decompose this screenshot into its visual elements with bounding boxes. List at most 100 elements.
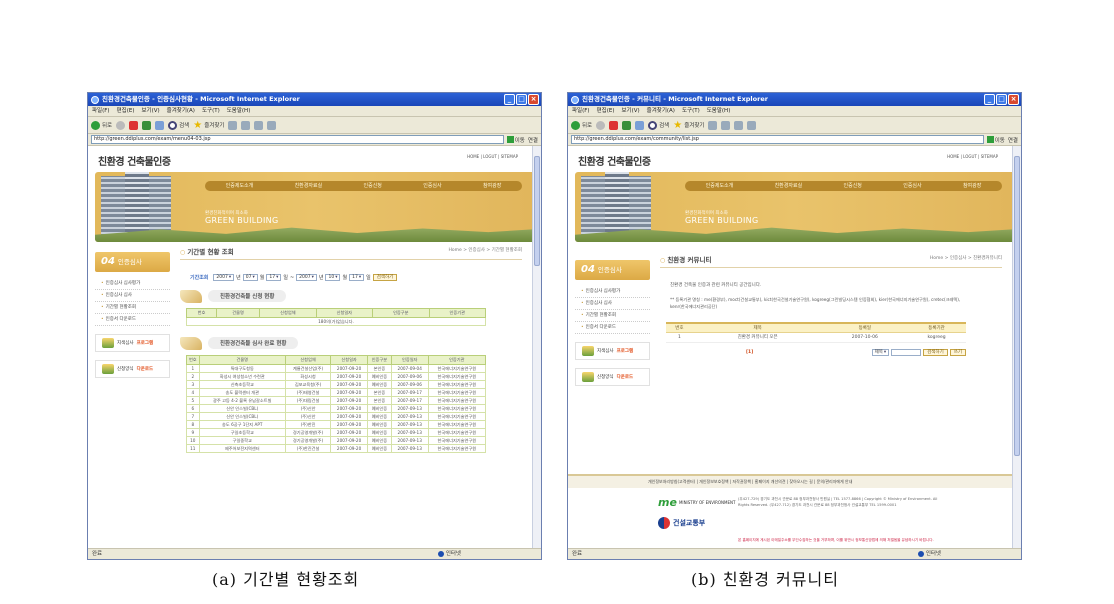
links-label[interactable]: 연결 <box>1008 136 1018 144</box>
mail-icon[interactable] <box>721 120 731 130</box>
back-button[interactable]: 뒤로 <box>91 120 112 130</box>
nav-item[interactable]: 인증심사 <box>423 181 441 191</box>
nav-item[interactable]: 인증심사 <box>903 181 921 191</box>
nav-item[interactable]: 인증제도소개 <box>226 181 254 191</box>
nav-item[interactable]: 인증신청 <box>364 181 382 191</box>
menu-edit[interactable]: 편집(E) <box>597 106 615 116</box>
back-button[interactable]: 뒤로 <box>571 120 592 130</box>
nav-item[interactable]: 친환경자료실 <box>775 181 803 191</box>
address-input[interactable]: http://green.ddiplus.com/exam/community/… <box>571 135 984 144</box>
start-day-select[interactable]: 17 <box>266 274 282 281</box>
menu-favorites[interactable]: 즐겨찾기(A) <box>167 106 195 116</box>
menu-tools[interactable]: 도구(T) <box>202 106 220 116</box>
ministry-environment-logo[interactable]: me MINISTRY OF ENVIRONMENT <box>658 496 735 509</box>
program-banner[interactable]: 지색심사 프로그램 <box>95 334 170 352</box>
sidebar-item[interactable]: 인증심사 심사평가 <box>575 286 650 298</box>
download-banner[interactable]: 신청양식 다운로드 <box>575 368 650 386</box>
top-utility-nav[interactable]: HOME | LOGUT | SITEMAP <box>947 154 998 159</box>
history-icon[interactable] <box>708 120 718 130</box>
history-icon[interactable] <box>228 120 238 130</box>
menu-favorites[interactable]: 즐겨찾기(A) <box>647 106 675 116</box>
sidebar-item[interactable]: 인증서 다운로드 <box>95 314 170 326</box>
nav-item[interactable]: 인증제도소개 <box>706 181 734 191</box>
mail-icon[interactable] <box>241 120 251 130</box>
table-row[interactable]: 1 친환경 커뮤니티 오픈 2007-10-06 kogreeg <box>666 332 966 343</box>
program-banner[interactable]: 지색심사 프로그램 <box>575 342 650 360</box>
forward-button[interactable] <box>596 120 606 130</box>
table-row[interactable]: 7 신안 인스빌(CBL) (주)신안 2007-09-20 예비인증 2007-09-1… <box>186 412 487 421</box>
edit-icon[interactable] <box>267 120 277 130</box>
table-row[interactable]: 9 구일초등학교 경기공영개발(주) 2007-09-20 예비인증 2007-09-13… <box>186 428 487 437</box>
links-label[interactable]: 연결 <box>528 136 538 144</box>
edit-icon[interactable] <box>747 120 757 130</box>
table-row[interactable]: 11 제주어보전지역센터 (주)한진건설 2007-09-20 예비인증 2007-09-… <box>186 444 487 453</box>
download-banner[interactable]: 신청양식 다운로드 <box>95 360 170 378</box>
menu-tools[interactable]: 도구(T) <box>682 106 700 116</box>
nav-item[interactable]: 인증신청 <box>844 181 862 191</box>
minimize-button[interactable]: _ <box>984 94 995 105</box>
print-icon[interactable] <box>734 120 744 130</box>
go-button[interactable]: 이동 <box>986 136 1005 144</box>
end-month-select[interactable]: 10 <box>325 274 341 281</box>
menu-file[interactable]: 파일(F) <box>92 106 110 116</box>
sidebar-item[interactable]: 기간별 현황조회 <box>575 310 650 322</box>
table-row[interactable]: 8 송도 6공구 1단지 APT (주)한진 2007-09-20 예비인증 2007-0… <box>186 420 487 429</box>
page-link[interactable]: [1] <box>746 350 753 355</box>
vertical-scrollbar[interactable] <box>532 146 541 548</box>
end-year-select[interactable]: 2007 <box>296 274 317 281</box>
write-button[interactable]: 쓰기 <box>949 348 966 356</box>
maximize-button[interactable]: □ <box>516 94 527 105</box>
board-search-button[interactable]: 검색하기 <box>923 348 948 356</box>
go-button[interactable]: 이동 <box>506 136 525 144</box>
menu-edit[interactable]: 편집(E) <box>117 106 135 116</box>
sidebar-item[interactable]: 기간별 현황조회 <box>95 302 170 314</box>
end-day-select[interactable]: 17 <box>349 274 365 281</box>
stop-icon[interactable] <box>129 120 139 130</box>
footer-links[interactable]: 개인정보처리방침(고객센터) | 개인정보보호정책 | 저작권정책 | 홈페이지… <box>568 476 1012 488</box>
home-icon[interactable] <box>155 120 165 130</box>
table-row[interactable]: 6 신안 인스빌(CBL) (주)신안 2007-09-20 예비인증 2007-09-1… <box>186 404 487 413</box>
stop-icon[interactable] <box>609 120 619 130</box>
refresh-icon[interactable] <box>622 120 632 130</box>
nav-item[interactable]: 친환경자료실 <box>295 181 323 191</box>
table-row[interactable]: 2 화성시 여성청소년 수련관 화성시청 2007-09-20 예비인증 2007-09-… <box>186 372 487 381</box>
menu-view[interactable]: 보기(V) <box>141 106 159 116</box>
menu-view[interactable]: 보기(V) <box>621 106 639 116</box>
print-icon[interactable] <box>254 120 264 130</box>
maximize-button[interactable]: □ <box>996 94 1007 105</box>
menu-help[interactable]: 도움말(H) <box>227 106 251 116</box>
favorites-button[interactable]: ★ 즐겨찾기 <box>673 120 704 130</box>
sidebar-item[interactable]: 인증심사 심사 <box>575 298 650 310</box>
vertical-scrollbar[interactable] <box>1012 146 1021 548</box>
search-button[interactable]: 검색 <box>648 120 669 130</box>
minimize-button[interactable]: _ <box>504 94 515 105</box>
address-input[interactable]: http://green.ddiplus.com/exam/menu04-03.… <box>91 135 504 144</box>
sidebar-item[interactable]: 인증서 다운로드 <box>575 322 650 334</box>
board-search-input[interactable] <box>891 348 922 356</box>
favorites-button[interactable]: ★ 즐겨찾기 <box>193 120 224 130</box>
site-logo[interactable]: 친환경 건축물인증 <box>98 153 171 168</box>
nav-item[interactable]: 참여광장 <box>963 181 981 191</box>
table-row[interactable]: 4 송도 블럭센터 개관 (주)태영건설 2007-09-20 본인증 2007-09-1… <box>186 388 487 397</box>
table-row[interactable]: 1 특대구도청동 계룡건설산업(주) 2007-09-20 본인증 2007-09-04 한… <box>186 364 487 373</box>
scroll-thumb[interactable] <box>534 156 540 266</box>
refresh-icon[interactable] <box>142 120 152 130</box>
menu-file[interactable]: 파일(F) <box>572 106 590 116</box>
site-logo[interactable]: 친환경 건축물인증 <box>578 153 651 168</box>
close-button[interactable]: × <box>528 94 539 105</box>
start-month-select[interactable]: 07 <box>242 274 258 281</box>
sidebar-item[interactable]: 인증심사 심사 <box>95 290 170 302</box>
search-submit-button[interactable]: 검색하기 <box>372 274 398 281</box>
forward-button[interactable] <box>116 120 126 130</box>
search-button[interactable]: 검색 <box>168 120 189 130</box>
table-row[interactable]: 5 광주 고등 4-2 블록 유남갈소트빌 (주)대림건설 2007-09-20 본인증… <box>186 396 487 405</box>
scroll-thumb[interactable] <box>1014 156 1020 456</box>
top-utility-nav[interactable]: HOME | LOGUT | SITEMAP <box>467 154 518 159</box>
search-field-select[interactable]: 제목 <box>871 348 890 356</box>
sidebar-item[interactable]: 인증심사 심사평가 <box>95 278 170 290</box>
menu-help[interactable]: 도움말(H) <box>707 106 731 116</box>
nav-item[interactable]: 참여광장 <box>483 181 501 191</box>
table-row[interactable]: 10 구일중학교 경기공영개발(주) 2007-09-20 예비인증 2007-09-13… <box>186 436 487 445</box>
home-icon[interactable] <box>635 120 645 130</box>
start-year-select[interactable]: 2007 <box>213 274 235 281</box>
